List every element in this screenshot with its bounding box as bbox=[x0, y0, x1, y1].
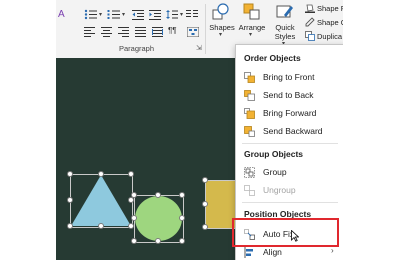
resize-handle[interactable] bbox=[202, 201, 208, 207]
columns-icon[interactable] bbox=[186, 9, 198, 20]
menu-item-label: Bring to Front bbox=[263, 72, 315, 82]
resize-handle[interactable] bbox=[98, 223, 104, 229]
font-color-icon[interactable]: A bbox=[58, 9, 65, 20]
align-left-icon[interactable] bbox=[84, 27, 95, 37]
resize-handle[interactable] bbox=[179, 238, 185, 244]
resize-handle[interactable] bbox=[179, 215, 185, 221]
menu-item-label: Send Backward bbox=[263, 126, 323, 136]
menu-item-label: Bring Forward bbox=[263, 108, 317, 118]
duplicate-icon[interactable] bbox=[305, 31, 315, 41]
resize-handle[interactable] bbox=[131, 215, 137, 221]
resize-handle[interactable] bbox=[67, 223, 73, 229]
chevron-down-icon[interactable]: ▾ bbox=[249, 31, 252, 38]
menu-item-bring-forward[interactable]: Bring Forward bbox=[237, 105, 341, 122]
chevron-down-icon[interactable]: ▾ bbox=[122, 11, 125, 18]
resize-handle[interactable] bbox=[202, 177, 208, 183]
resize-handle[interactable] bbox=[131, 238, 137, 244]
bullets-icon[interactable] bbox=[84, 9, 98, 20]
resize-handle[interactable] bbox=[128, 171, 134, 177]
chevron-down-icon[interactable]: ▾ bbox=[180, 11, 183, 18]
chevron-down-icon[interactable]: ▾ bbox=[99, 11, 102, 18]
text-direction-icon[interactable]: ¶¶ bbox=[168, 26, 177, 35]
order-objects-header: Order Objects bbox=[244, 53, 301, 63]
resize-handle[interactable] bbox=[179, 192, 185, 198]
menu-separator bbox=[242, 143, 338, 144]
send-backward-icon bbox=[244, 126, 255, 137]
align-right-icon[interactable] bbox=[118, 27, 129, 37]
ungroup-icon bbox=[244, 185, 255, 196]
menu-item-label: Align bbox=[263, 247, 282, 257]
shape-outline-icon[interactable] bbox=[305, 17, 315, 27]
shapes-icon[interactable] bbox=[212, 3, 230, 20]
group-icon bbox=[244, 167, 255, 178]
bring-to-front-icon bbox=[244, 72, 255, 83]
justify-icon[interactable] bbox=[135, 27, 146, 37]
smartart-icon[interactable] bbox=[187, 27, 199, 37]
resize-handle[interactable] bbox=[67, 171, 73, 177]
shape-outline-label[interactable]: Shape O bbox=[317, 18, 343, 27]
resize-handle[interactable] bbox=[131, 192, 137, 198]
resize-handle[interactable] bbox=[98, 171, 104, 177]
chevron-right-icon: › bbox=[331, 246, 334, 255]
menu-item-ungroup[interactable]: Ungroup bbox=[237, 182, 341, 199]
line-spacing-icon[interactable] bbox=[166, 9, 178, 20]
align-center-icon[interactable] bbox=[101, 27, 112, 37]
menu-item-send-to-back[interactable]: Send to Back bbox=[237, 87, 341, 104]
distributed-icon[interactable] bbox=[152, 27, 163, 37]
menu-item-bring-to-front[interactable]: Bring to Front bbox=[237, 69, 341, 86]
resize-handle[interactable] bbox=[202, 224, 208, 230]
menu-item-label: Ungroup bbox=[263, 185, 296, 195]
circle-selection-frame bbox=[134, 195, 184, 243]
numbering-icon[interactable] bbox=[107, 9, 121, 20]
align-icon bbox=[244, 247, 253, 258]
paragraph-group-label: Paragraph bbox=[119, 44, 155, 53]
triangle-selection-frame bbox=[70, 174, 133, 228]
increase-indent-icon[interactable] bbox=[149, 9, 161, 20]
menu-item-group[interactable]: Group bbox=[237, 164, 341, 181]
quick-styles-label-line1[interactable]: Quick bbox=[269, 23, 301, 32]
dialog-launcher-icon[interactable]: ⇲ bbox=[196, 44, 202, 52]
menu-item-send-backward[interactable]: Send Backward bbox=[237, 123, 341, 140]
menu-item-label: Group bbox=[263, 167, 287, 177]
decrease-indent-icon[interactable] bbox=[132, 9, 144, 20]
menu-item-label: Send to Back bbox=[263, 90, 314, 100]
chevron-down-icon[interactable]: ▾ bbox=[219, 31, 222, 38]
shape-fill-icon[interactable] bbox=[305, 3, 315, 13]
send-to-back-icon bbox=[244, 90, 255, 101]
resize-handle[interactable] bbox=[155, 238, 161, 244]
resize-handle[interactable] bbox=[67, 197, 73, 203]
arrange-icon[interactable] bbox=[243, 3, 261, 20]
resize-handle[interactable] bbox=[155, 192, 161, 198]
quick-styles-icon[interactable] bbox=[276, 3, 294, 20]
auto-fix-highlight-box bbox=[232, 218, 339, 247]
group-objects-header: Group Objects bbox=[244, 149, 304, 159]
bring-forward-icon bbox=[244, 108, 255, 119]
powerpoint-window: A ▾ ▾ ▾ ¶¶ Paragraph ⇲ Shapes ▾ Arrange … bbox=[56, 0, 343, 260]
menu-separator bbox=[242, 202, 338, 203]
shape-fill-label[interactable]: Shape F bbox=[317, 4, 343, 13]
duplicate-label[interactable]: Duplica bbox=[317, 32, 342, 41]
